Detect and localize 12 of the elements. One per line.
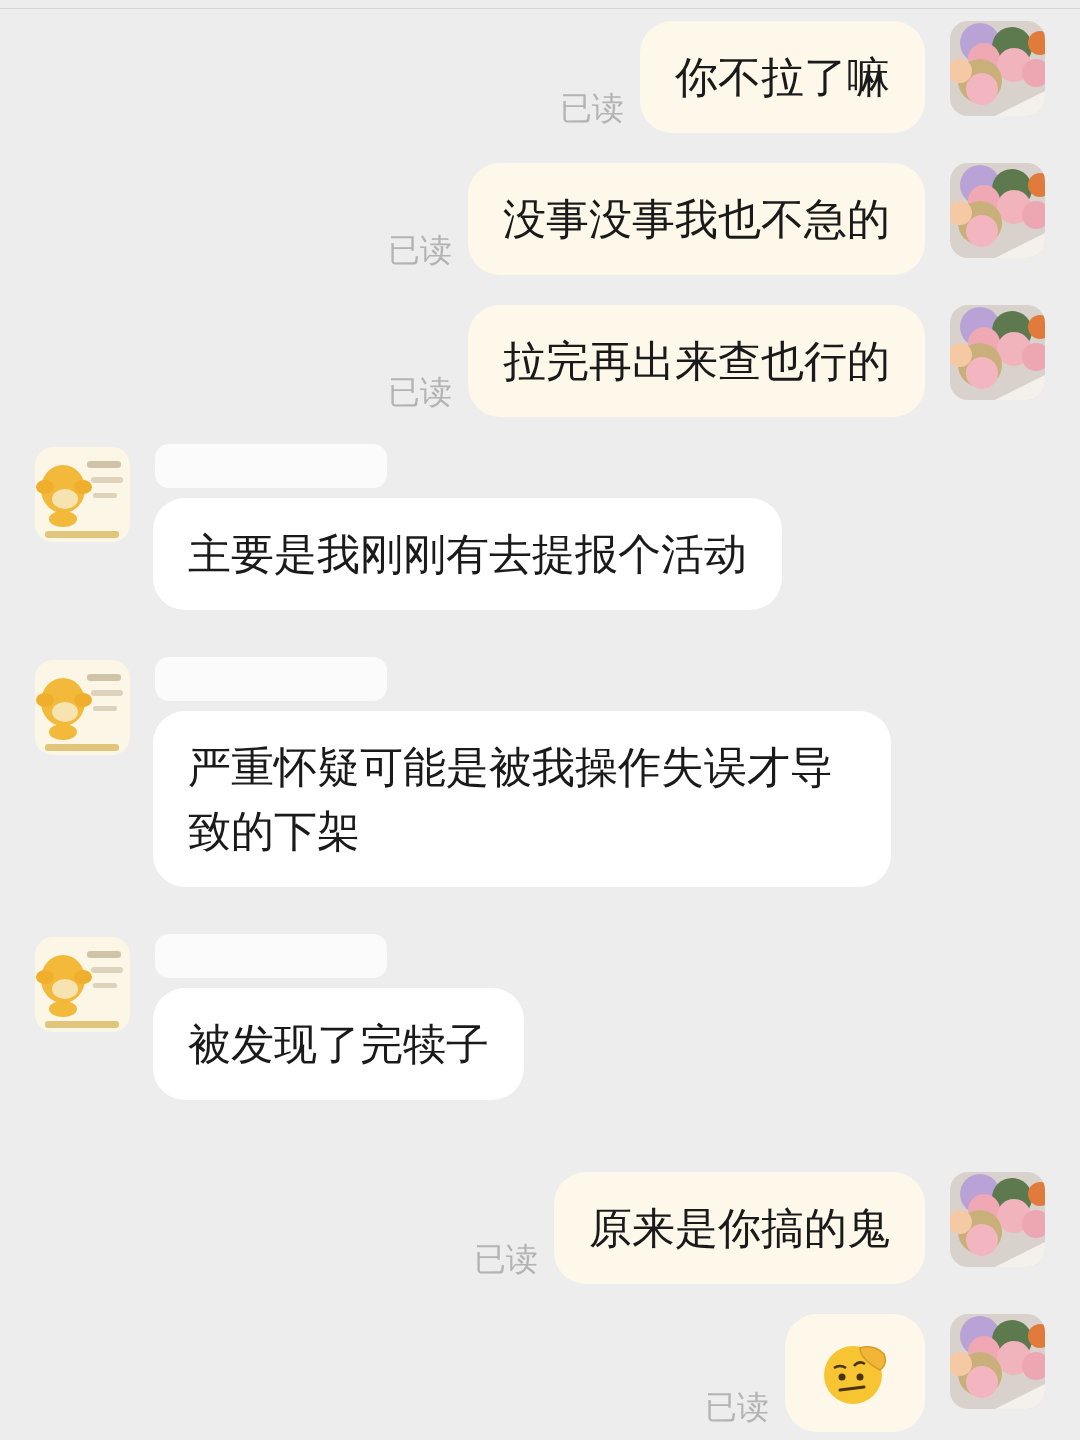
message-bubble: 你不拉了嘛 (640, 21, 925, 133)
read-receipt: 已读 (560, 88, 624, 129)
read-receipt: 已读 (474, 1239, 538, 1280)
message-bubble: 主要是我刚刚有去提报个活动 (153, 498, 782, 610)
read-receipt: 已读 (388, 230, 452, 271)
message-bubble: 原来是你搞的鬼 (554, 1172, 925, 1284)
message-bubble: 被发现了完犊子 (153, 988, 524, 1100)
message-bubble: 没事没事我也不急的 (468, 163, 925, 275)
read-receipt: 已读 (705, 1387, 769, 1428)
read-receipt: 已读 (388, 372, 452, 413)
message-bubble: 拉完再出来查也行的 (468, 305, 925, 417)
message-bubble: 严重怀疑可能是被我操作失误才导致的下架 (153, 711, 891, 887)
